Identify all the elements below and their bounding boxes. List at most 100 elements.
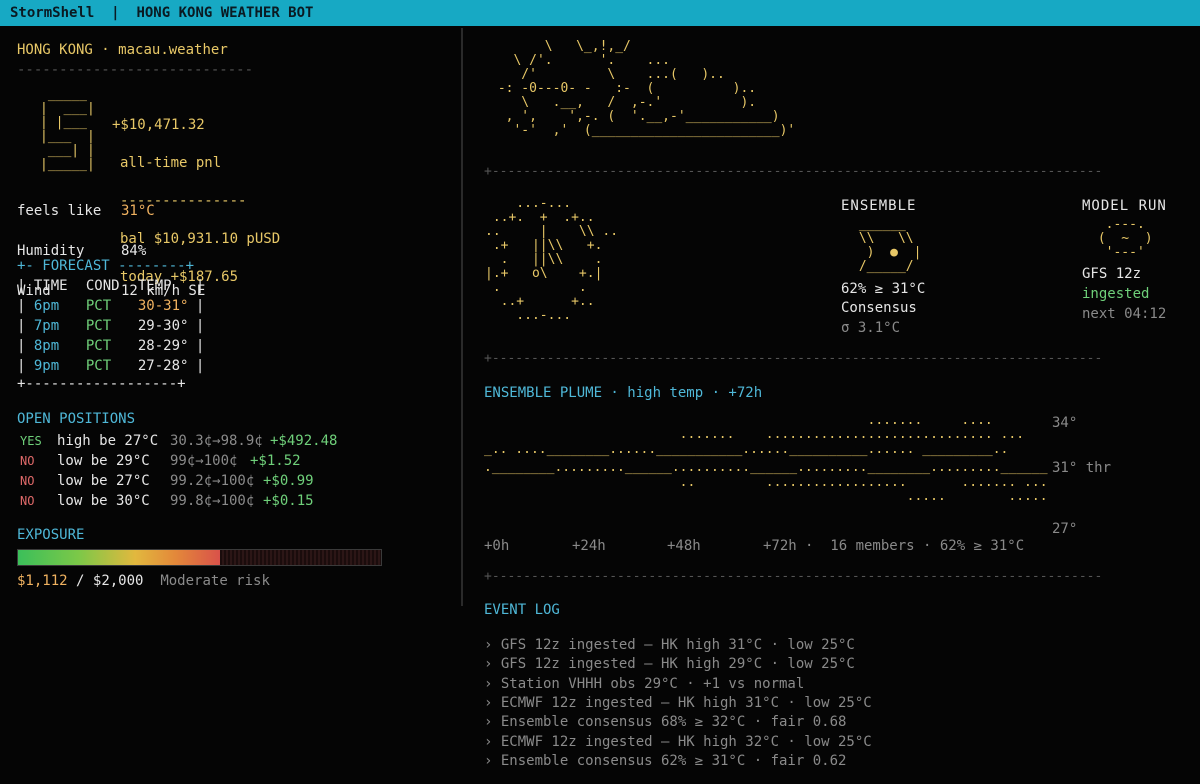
plume-x-label: +48h <box>667 538 701 554</box>
position-row[interactable]: NO low be 27°C 99.2¢→100¢ +$0.99 <box>20 471 314 491</box>
forecast-temp: 30-31° <box>137 298 189 314</box>
forecast-bottom: +------------------+ <box>17 376 186 392</box>
position-side: NO <box>20 454 35 468</box>
globe-art: ...-... ..+. + .+.. .. | \\ .. .+ ||\\ +… <box>485 196 619 323</box>
position-desc: low be 30°C <box>57 493 150 509</box>
ensemble-sigma: σ 3.1°C <box>841 320 901 336</box>
pnl-label: all-time pnl <box>120 155 222 171</box>
forecast-cond: PCT <box>85 338 112 354</box>
position-desc: high be 27°C <box>57 433 159 449</box>
ensemble-prob: 62% ≥ 31°C <box>841 281 926 297</box>
position-side: YES <box>20 434 42 448</box>
position-desc: low be 27°C <box>57 473 150 489</box>
position-price: 30.3¢→98.9¢ <box>170 433 263 449</box>
log-line: › ECMWF 12z ingested — HK high 31°C · lo… <box>484 695 872 711</box>
plume-row: ..... ..... <box>484 489 1048 504</box>
forecast-row: | 6pm PCT 30-31° | <box>17 298 205 314</box>
ensemble-label: Consensus <box>841 300 917 316</box>
sun-cloud-art: \ \_,!,_/ \ /'. '. ... /' \ ...( ).. -: … <box>497 39 796 138</box>
forecast-time: 8pm <box>33 338 60 354</box>
forecast-temp: 28-29° <box>137 338 189 354</box>
position-price: 99.2¢→100¢ <box>170 473 255 489</box>
window-title: HONG KONG WEATHER BOT <box>136 5 314 21</box>
title-bar: StormShell | HONG KONG WEATHER BOT <box>0 0 1200 26</box>
log-line: › ECMWF 12z ingested — HK high 32°C · lo… <box>484 734 872 750</box>
ensemble-art: ______ \\ \\ ) ● | /_____/ <box>858 217 922 274</box>
location-header: HONG KONG · macau.weather <box>17 40 228 60</box>
plume-row: ....... ............................. ..… <box>484 427 1025 442</box>
log-line: › GFS 12z ingested — HK high 31°C · low … <box>484 637 855 653</box>
plume-row: .________.........______..........______… <box>484 460 1048 475</box>
plume-x-label: +0h <box>484 538 510 554</box>
position-row[interactable]: NO low be 29°C 99¢→100¢ +$1.52 <box>20 451 301 471</box>
forecast-header-row: | TIME COND TEMP | <box>17 278 205 294</box>
logo-art: _____ | ___| | |___ |___ | ___| | |_____… <box>40 87 95 172</box>
exposure-bar <box>17 549 382 566</box>
forecast-cond: PCT <box>85 298 112 314</box>
ensemble-title: ENSEMBLE <box>841 198 917 214</box>
position-side: NO <box>20 474 35 488</box>
forecast-row: | 8pm PCT 28-29° | <box>17 338 205 354</box>
location-separator: · <box>101 42 110 58</box>
forecast-temp: 29-30° <box>137 318 189 334</box>
log-line: › Ensemble consensus 62% ≥ 31°C · fair 0… <box>484 753 847 769</box>
forecast-row: | 9pm PCT 27-28° | <box>17 358 205 374</box>
separator-line: +---------------------------------------… <box>484 164 1104 179</box>
position-pnl: +$0.99 <box>263 473 314 489</box>
plume-x-labels: +0h +24h +48h +72h · 16 members · 62% ≥ 31°C <box>484 536 1024 556</box>
panel-divider <box>461 28 463 606</box>
exposure-title: EXPOSURE <box>17 527 85 543</box>
position-side: NO <box>20 494 35 508</box>
positions-title: OPEN POSITIONS <box>17 411 136 427</box>
city-name: HONG KONG <box>17 42 93 58</box>
log-line: › GFS 12z ingested — HK high 29°C · low … <box>484 656 855 672</box>
model-run-art: .---. ( ~ ) '---' <box>1097 217 1153 260</box>
feels-like-label: feels like <box>17 203 102 219</box>
location-rule: ---------------------------- <box>17 62 254 78</box>
plume-y-label-bottom: 27° <box>1052 521 1078 537</box>
separator-line: +---------------------------------------… <box>484 351 1104 366</box>
plume-summary: · 16 members · 62% ≥ 31°C <box>805 538 1025 554</box>
position-row[interactable]: NO low be 30°C 99.8¢→100¢ +$0.15 <box>20 491 314 511</box>
forecast-time: 7pm <box>33 318 60 334</box>
position-pnl: +$0.15 <box>263 493 314 509</box>
exposure-limit: $2,000 <box>92 573 144 589</box>
separator-line: +---------------------------------------… <box>484 569 1104 584</box>
forecast-cond: PCT <box>85 318 112 334</box>
forecast-header-cond: COND <box>85 278 120 294</box>
position-row[interactable]: YES high be 27°C 30.3¢→98.9¢ +$492.48 <box>20 431 337 451</box>
pnl-total: +$10,471.32 <box>112 117 205 133</box>
plume-row: _.. ....________......___________......_… <box>484 442 1009 457</box>
exposure-used: $1,112 <box>17 573 68 589</box>
plume-x-label: +72h <box>763 538 797 554</box>
position-pnl: +$492.48 <box>270 433 338 449</box>
event-log-title: EVENT LOG <box>484 602 560 618</box>
exposure-fill <box>18 550 220 565</box>
feels-like-value: 31°C <box>121 203 155 219</box>
title-separator: | <box>111 5 120 21</box>
forecast-time: 6pm <box>33 298 60 314</box>
position-desc: low be 29°C <box>57 453 150 469</box>
model-next: next 04:12 <box>1082 306 1167 322</box>
feels-like-row: feels like 31°C <box>17 201 205 221</box>
log-line: › Station VHHH obs 29°C · +1 vs normal <box>484 676 805 692</box>
position-pnl: +$1.52 <box>250 453 301 469</box>
forecast-row: | 7pm PCT 29-30° | <box>17 318 205 334</box>
forecast-cond: PCT <box>85 358 112 374</box>
forecast-title: +- FORECAST --------+ <box>17 258 195 274</box>
plume-chart: ....... .... ....... ...................… <box>484 414 1064 504</box>
position-price: 99¢→100¢ <box>170 453 238 469</box>
forecast-header-temp: TEMP <box>137 278 172 294</box>
exposure-separator: / <box>76 573 85 589</box>
plume-y-label-threshold: 31° thr <box>1052 460 1112 476</box>
plume-x-label: +24h <box>572 538 606 554</box>
model-status: ingested <box>1082 286 1150 302</box>
risk-label: Moderate risk <box>160 573 270 589</box>
plume-row: .. .................. ....... ... <box>484 475 1048 490</box>
forecast-time: 9pm <box>33 358 60 374</box>
position-price: 99.8¢→100¢ <box>170 493 255 509</box>
log-line: › Ensemble consensus 68% ≥ 32°C · fair 0… <box>484 714 847 730</box>
model-name: GFS 12z <box>1082 266 1142 282</box>
plume-title: ENSEMBLE PLUME · high temp · +72h <box>484 385 763 401</box>
app-name: StormShell <box>10 5 95 21</box>
